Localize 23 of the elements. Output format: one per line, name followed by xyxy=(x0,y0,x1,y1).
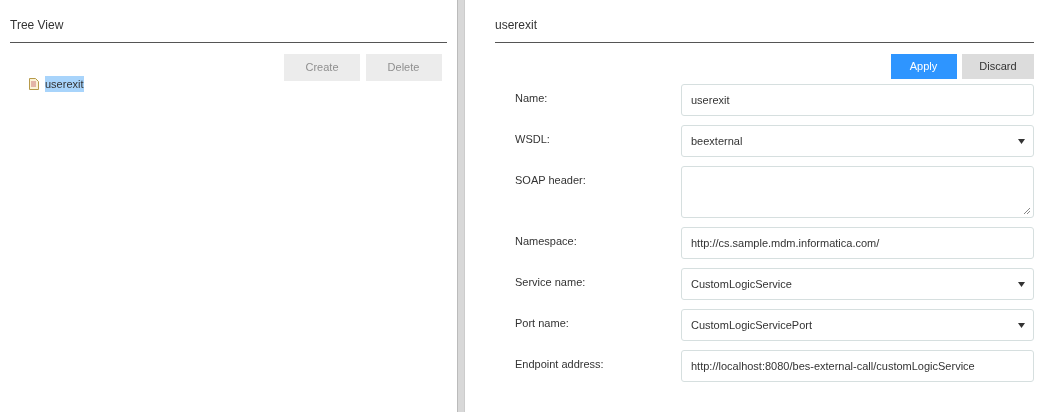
field-label: WSDL: xyxy=(514,132,551,147)
caret-icon xyxy=(1018,138,1025,144)
discard-button[interactable]: Discard xyxy=(962,54,1034,79)
field-label: Name: xyxy=(514,91,549,106)
caret-icon xyxy=(1018,322,1025,328)
field-label: Endpoint address: xyxy=(514,357,605,372)
dropdown-field[interactable]: CustomLogicServicePort xyxy=(681,309,1034,341)
resize-handle-icon[interactable] xyxy=(1023,207,1030,214)
field-label: SOAP header: xyxy=(514,173,587,188)
document-icon xyxy=(29,77,39,90)
text-field[interactable]: userexit xyxy=(681,84,1034,116)
field-label: Service name: xyxy=(514,275,587,290)
field-label: Namespace: xyxy=(514,234,578,249)
panel-title: userexit xyxy=(495,17,538,34)
text-field[interactable]: http://cs.sample.mdm.informatica.com/ xyxy=(681,227,1034,259)
tree-item[interactable]: userexit xyxy=(45,75,84,92)
caret-icon xyxy=(1018,281,1025,287)
splitter[interactable] xyxy=(457,0,465,412)
text-field[interactable]: http://localhost:8080/bes-external-call/customLogicService xyxy=(681,350,1034,382)
field-label: Port name: xyxy=(514,316,570,331)
dropdown-field[interactable]: beexternal xyxy=(681,125,1034,157)
panel-title: Tree View xyxy=(10,17,64,34)
dropdown-field[interactable]: CustomLogicService xyxy=(681,268,1034,300)
